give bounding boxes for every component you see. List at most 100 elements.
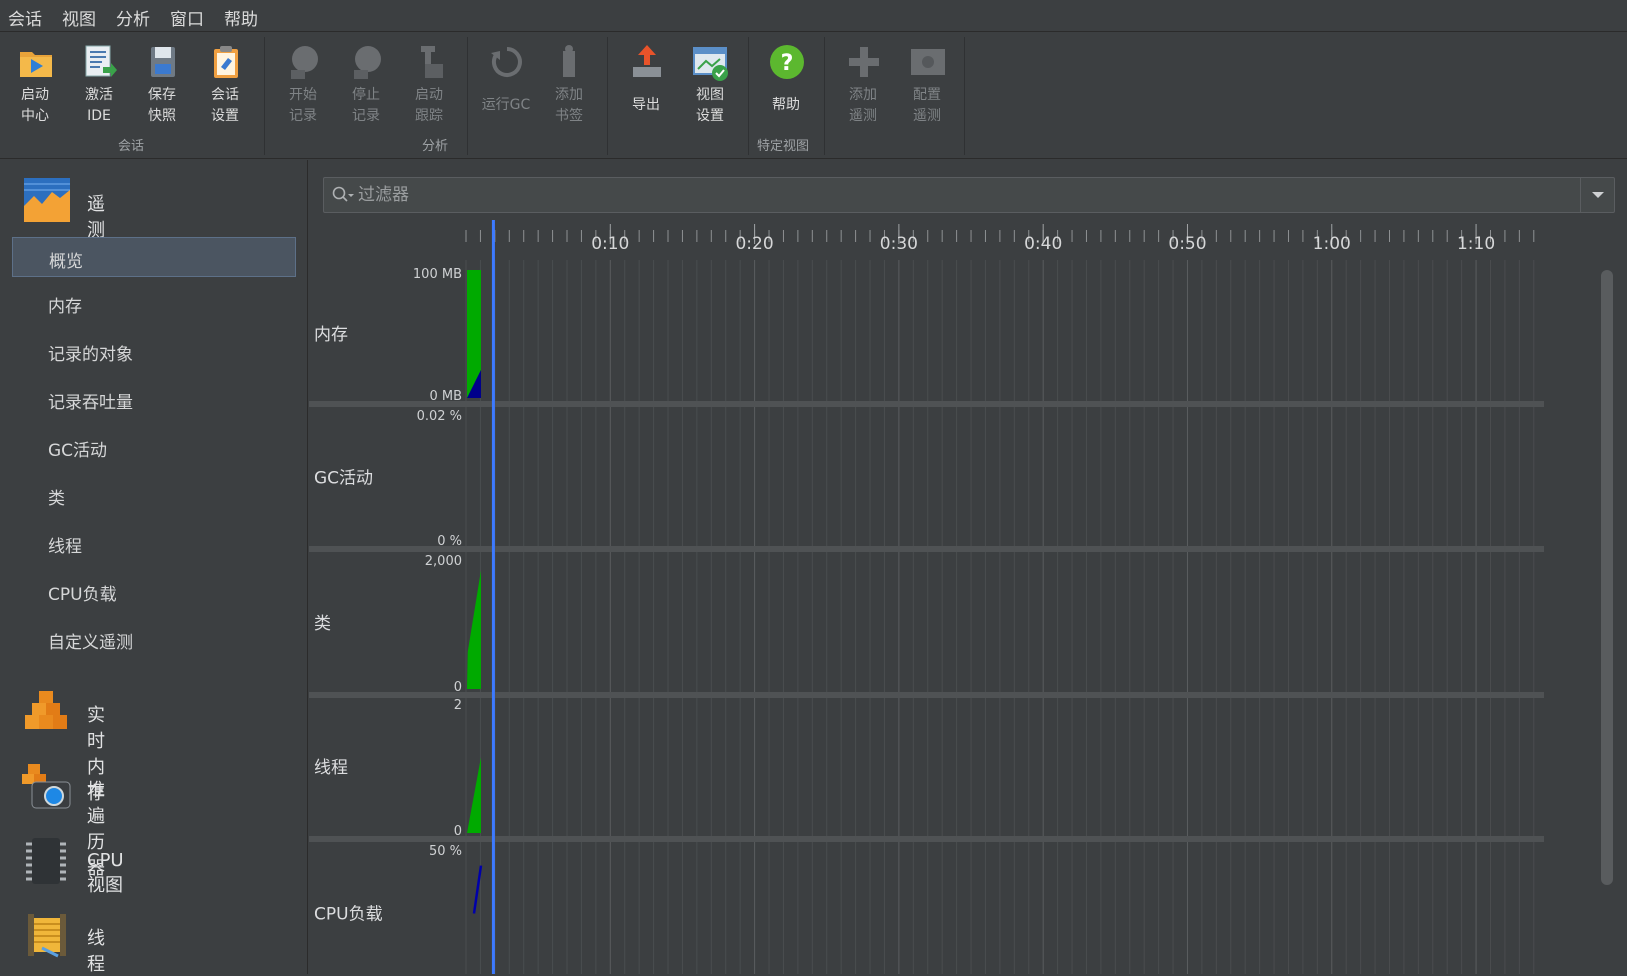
plus-icon (849, 47, 879, 77)
y-axis-min-label: 0 (454, 680, 462, 695)
search-icon (332, 186, 354, 202)
y-axis-max-label: 2,000 (425, 554, 462, 569)
y-axis-min-label: 0 % (437, 534, 462, 549)
panel-title: 类 (314, 614, 331, 634)
sidebar-item-recorded-objects[interactable]: 记录的对象 (12, 331, 296, 371)
y-axis-min-label: 0 (454, 824, 462, 839)
y-axis-max-label: 100 MB (413, 267, 462, 282)
sidebar-item-recording-throughput[interactable]: 记录吞吐量 (12, 379, 296, 419)
sidebar: 遥测 概览 内存 记录的对象 记录吞吐量 GC活动 类 线程 CPU负载 自定义… (0, 160, 308, 975)
live-memory-icon (25, 691, 67, 729)
configure-icon (911, 49, 945, 75)
y-axis-max-label: 0.02 % (417, 409, 462, 424)
attach-ide-label: 激活 IDE (85, 87, 113, 124)
sidebar-section-label: 遥测 (87, 194, 105, 241)
filter-box (323, 177, 1615, 213)
export-label: 导出 (632, 97, 660, 113)
add-bookmark-button[interactable]: 添加 书签 (538, 39, 600, 131)
group-label-specific-view: 特定视图 (757, 139, 810, 154)
ide-icon (85, 45, 117, 77)
sidebar-item-classes[interactable]: 类 (12, 475, 296, 515)
filter-input[interactable] (358, 181, 1538, 209)
filter-dropdown-button[interactable] (1580, 178, 1614, 212)
stop-record-icon (354, 46, 381, 79)
y-axis-max-label: 50 % (429, 844, 462, 859)
add-bookmark-label: 添加 书签 (555, 87, 583, 124)
series-area (467, 757, 481, 833)
gc-icon (491, 47, 522, 77)
session-settings-label: 会话 设置 (211, 87, 239, 124)
panel-title: CPU负载 (314, 905, 383, 925)
toolbar-separator (264, 37, 265, 155)
series-area (467, 570, 481, 689)
panel-title: 内存 (314, 325, 348, 345)
help-icon: ? (770, 45, 804, 79)
sidebar-item-label: 自定义遥测 (48, 633, 133, 653)
y-axis-max-label: 2 (454, 698, 462, 713)
help-label: 帮助 (772, 97, 800, 113)
timeline-tick-label: 1:10 (1457, 234, 1495, 254)
threads-icon (28, 914, 66, 958)
sidebar-item-label: 记录的对象 (48, 345, 133, 365)
start-center-button[interactable]: 启动 中心 (4, 39, 66, 131)
panel-title: GC活动 (314, 469, 373, 489)
stop-recording-label: 停止 记录 (352, 87, 380, 124)
sidebar-item-cpu-load[interactable]: CPU负载 (12, 571, 296, 611)
timeline-tick-label: 0:40 (1024, 234, 1062, 254)
attach-ide-button[interactable]: 激活 IDE (68, 39, 130, 131)
toolbar-separator (964, 37, 965, 155)
sidebar-item-label: 内存 (48, 297, 82, 317)
view-settings-button[interactable]: 视图 设置 (679, 39, 741, 131)
sidebar-item-memory[interactable]: 内存 (12, 283, 296, 323)
add-telemetry-label: 添加 遥测 (849, 87, 877, 124)
svg-text:?: ? (781, 51, 794, 76)
timeline-tick-label: 0:20 (735, 234, 773, 254)
save-snapshot-label: 保存 快照 (148, 87, 176, 124)
menu-session[interactable]: 会话 (8, 5, 42, 30)
group-label-session: 会话 (118, 139, 145, 154)
start-recording-label: 开始 记录 (289, 87, 317, 124)
sidebar-section-label: CPU视图 (87, 850, 124, 896)
sidebar-item-overview[interactable]: 概览 (12, 237, 296, 277)
menu-bar: 会话 视图 分析 窗口 帮助 (0, 0, 1627, 32)
group-label-analysis: 分析 (422, 139, 449, 154)
record-icon (291, 46, 318, 79)
vertical-scrollbar[interactable] (1601, 270, 1613, 885)
menu-help[interactable]: 帮助 (224, 5, 258, 30)
session-settings-button[interactable]: 会话 设置 (194, 39, 256, 131)
stop-recording-button[interactable]: 停止 记录 (335, 39, 397, 131)
sidebar-item-gc-activity[interactable]: GC活动 (12, 427, 296, 467)
add-telemetry-button[interactable]: 添加 遥测 (832, 39, 894, 131)
sidebar-item-label: 概览 (49, 252, 83, 272)
start-recording-button[interactable]: 开始 记录 (272, 39, 334, 131)
heap-walker-icon (22, 764, 71, 809)
bookmark-icon (563, 45, 575, 77)
menu-view[interactable]: 视图 (62, 5, 96, 30)
toolbar-separator (607, 37, 608, 155)
menu-analysis[interactable]: 分析 (116, 5, 150, 30)
save-snapshot-button[interactable]: 保存 快照 (131, 39, 193, 131)
view-settings-label: 视图 设置 (696, 87, 724, 124)
menu-window[interactable]: 窗口 (170, 5, 204, 30)
start-center-icon (20, 52, 52, 77)
panel-title: 线程 (314, 758, 348, 778)
configure-telemetry-label: 配置 遥测 (913, 87, 941, 124)
run-gc-button[interactable]: 运行GC (475, 39, 537, 131)
sidebar-item-threads[interactable]: 线程 (12, 523, 296, 563)
help-button[interactable]: ? 帮助 (755, 39, 817, 131)
chevron-down-icon (1592, 192, 1604, 198)
sidebar-item-custom-telemetry[interactable]: 自定义遥测 (12, 619, 296, 659)
start-tracking-label: 启动 跟踪 (415, 87, 443, 124)
timeline-tick-label: 0:30 (880, 234, 918, 254)
export-button[interactable]: 导出 (615, 39, 677, 131)
configure-telemetry-button[interactable]: 配置 遥测 (896, 39, 958, 131)
clipboard-icon (214, 46, 238, 78)
cpu-chip-icon (26, 838, 66, 884)
run-gc-label: 运行GC (481, 97, 531, 113)
timeline-tick-label: 1:00 (1313, 234, 1351, 254)
telemetry-overview-chart[interactable]: 0:10 0:20 0:30 0:40 0:50 1:00 1:10 内存 100 MB 0 MB… (309, 220, 1627, 974)
start-tracking-button[interactable]: 启动 跟踪 (398, 39, 460, 131)
sidebar-item-label: 线程 (48, 537, 82, 557)
main-panel: 0:10 0:20 0:30 0:40 0:50 1:00 1:10 内存 100 MB 0 MB… (309, 160, 1627, 974)
sidebar-item-label: 记录吞吐量 (48, 393, 133, 413)
